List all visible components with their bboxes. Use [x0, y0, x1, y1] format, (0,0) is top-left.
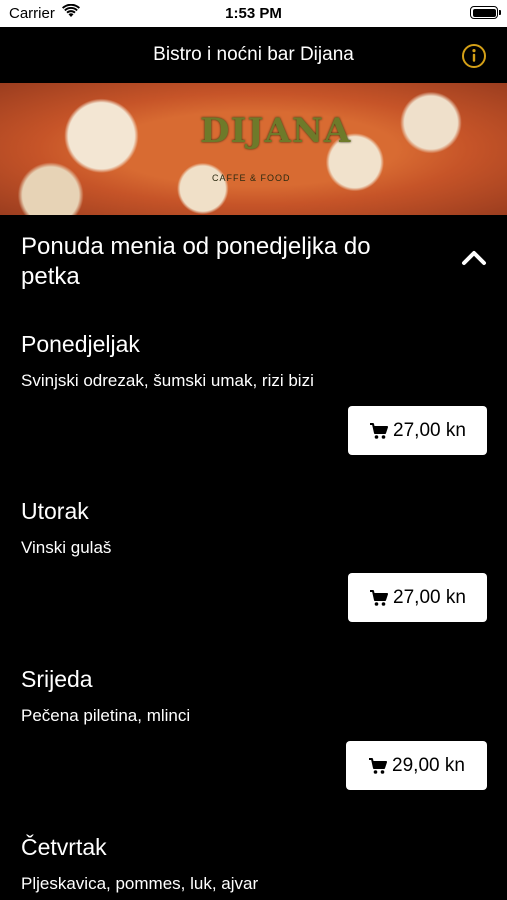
hero-image: DIJANA CAFFE & FOOD	[0, 83, 507, 215]
menu-item-day: Ponedjeljak	[21, 331, 140, 357]
menu-item: Utorak Vinski gulaš 27,00 kn	[0, 498, 507, 628]
menu-item-description: Vinski gulaš	[21, 538, 112, 557]
logo-subtext: CAFFE & FOOD	[212, 173, 291, 183]
menu-item: Četvrtak Pljeskavica, pommes, luk, ajvar	[0, 834, 507, 900]
chevron-up-icon[interactable]	[460, 248, 488, 266]
price-label: 29,00 kn	[392, 754, 465, 776]
price-label: 27,00 kn	[393, 586, 466, 608]
add-to-cart-button[interactable]: 27,00 kn	[348, 406, 487, 455]
status-bar: Carrier 1:53 PM	[0, 0, 507, 27]
info-icon[interactable]	[461, 43, 487, 69]
menu-item: Ponedjeljak Svinjski odrezak, šumski uma…	[0, 331, 507, 461]
menu-item-description: Svinjski odrezak, šumski umak, rizi bizi	[21, 371, 314, 390]
menu-item-day: Srijeda	[21, 666, 93, 692]
clock: 1:53 PM	[225, 5, 282, 22]
add-to-cart-button[interactable]: 29,00 kn	[346, 741, 487, 790]
menu-item-description: Pečena piletina, mlinci	[21, 706, 191, 725]
battery-icon	[470, 6, 501, 19]
restaurant-logo: DIJANA	[200, 111, 352, 151]
nav-title: Bistro i noćni bar Dijana	[153, 44, 354, 65]
cart-icon	[370, 589, 389, 606]
add-to-cart-button[interactable]: 27,00 kn	[348, 573, 487, 622]
nav-bar: Bistro i noćni bar Dijana	[0, 27, 507, 83]
price-label: 27,00 kn	[393, 419, 466, 441]
menu-item-description: Pljeskavica, pommes, luk, ajvar	[21, 874, 259, 893]
cart-icon	[370, 422, 389, 439]
section-title: Ponuda menia od ponedjeljka do petka	[21, 233, 371, 290]
menu-item-day: Utorak	[21, 498, 89, 524]
menu-item-day: Četvrtak	[21, 834, 107, 860]
cart-icon	[369, 757, 388, 774]
menu-item: Srijeda Pečena piletina, mlinci 29,00 kn	[0, 666, 507, 796]
